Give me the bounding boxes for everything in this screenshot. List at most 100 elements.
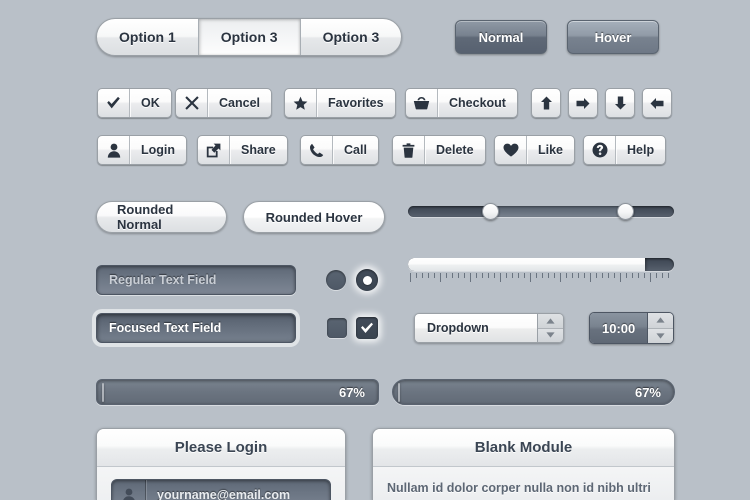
ok-button[interactable]: OK	[97, 88, 172, 118]
dropdown-stepper[interactable]	[537, 314, 563, 342]
tick-mark	[596, 273, 597, 278]
progress-bar-dark: 67%	[392, 379, 675, 405]
tick-mark	[440, 273, 441, 282]
delete-button[interactable]: Delete	[392, 135, 486, 165]
segment-option-1[interactable]: Option 1	[97, 19, 198, 55]
favorites-button[interactable]: Favorites	[284, 88, 396, 118]
segment-option-3[interactable]: Option 3	[299, 19, 402, 55]
tick-mark	[428, 273, 429, 278]
tick-mark	[662, 273, 663, 278]
arrow-left-icon	[650, 97, 664, 110]
email-field[interactable]: yourname@email.com	[111, 479, 331, 500]
tick-mark	[494, 273, 495, 278]
tick-mark	[554, 273, 555, 278]
tick-mark	[572, 273, 573, 278]
tick-mark	[542, 273, 543, 278]
tick-mark	[488, 273, 489, 278]
tick-mark	[620, 273, 621, 282]
segmented-control[interactable]: Option 1 Option 3 Option 3	[96, 18, 403, 56]
progress-bar-light: 67%	[96, 379, 379, 405]
phone-icon	[301, 136, 333, 164]
stepper-up-icon[interactable]	[538, 314, 563, 328]
dropdown-select[interactable]: Dropdown	[414, 313, 564, 343]
arrow-right-icon	[576, 97, 590, 110]
blank-module-text: Nullam id dolor corper nulla non id nibh…	[387, 481, 651, 495]
tick-mark	[422, 273, 423, 278]
dropdown-value: Dropdown	[415, 314, 537, 342]
share-icon	[198, 136, 230, 164]
range-slider-handle-low[interactable]	[482, 203, 499, 220]
range-slider-selected-range	[490, 206, 625, 217]
call-button-label: Call	[344, 143, 367, 157]
radio-button-on[interactable]	[356, 269, 378, 291]
progress-bar-dark-track	[398, 383, 629, 402]
regular-text-field[interactable]: Regular Text Field	[96, 265, 296, 295]
check-icon	[98, 89, 130, 117]
arrow-left-button[interactable]	[642, 88, 672, 118]
login-button-label: Login	[141, 143, 176, 157]
stepper-down-icon[interactable]	[538, 327, 563, 342]
progress-bar-dark-fill	[398, 383, 400, 402]
arrow-right-button[interactable]	[568, 88, 598, 118]
checkbox-on[interactable]	[356, 317, 378, 339]
time-stepper-down-icon[interactable]	[648, 327, 673, 343]
blank-module-body: Nullam id dolor corper nulla non id nibh…	[373, 467, 674, 500]
login-button[interactable]: Login	[97, 135, 188, 165]
checkbox-off[interactable]	[327, 318, 347, 338]
arrow-up-icon	[540, 96, 553, 110]
login-module-title: Please Login	[97, 429, 345, 467]
hover-button[interactable]: Hover	[567, 20, 659, 54]
checkout-button[interactable]: Checkout	[405, 88, 518, 118]
segment-option-2[interactable]: Option 3	[197, 19, 300, 55]
ok-button-label: OK	[141, 96, 160, 110]
help-button[interactable]: Help	[583, 135, 667, 165]
tick-mark	[452, 273, 453, 278]
tick-mark	[560, 273, 561, 282]
tick-mark	[668, 273, 669, 278]
time-stepper-buttons[interactable]	[647, 313, 673, 343]
time-stepper-up-icon[interactable]	[648, 313, 673, 328]
tick-mark	[518, 273, 519, 278]
person-icon	[112, 480, 146, 500]
share-button[interactable]: Share	[197, 135, 288, 165]
like-button[interactable]: Like	[494, 135, 576, 165]
progress-bar-light-percent: 67%	[338, 384, 365, 400]
tick-mark	[632, 273, 633, 278]
tick-mark	[584, 273, 585, 278]
trash-icon	[393, 136, 425, 164]
ruler-slider-track[interactable]	[408, 258, 674, 271]
progress-bar-light-fill	[102, 383, 104, 402]
radio-button-off[interactable]	[326, 270, 346, 290]
focused-text-field[interactable]: Focused Text Field	[96, 313, 296, 343]
tick-mark	[602, 273, 603, 278]
cancel-button[interactable]: Cancel	[175, 88, 272, 118]
blank-module: Blank Module Nullam id dolor corper null…	[372, 428, 675, 500]
time-stepper[interactable]: 10:00	[589, 312, 674, 344]
rounded-normal-button[interactable]: Rounded Normal	[96, 201, 227, 233]
tick-mark	[638, 273, 639, 278]
arrow-down-button[interactable]	[605, 88, 635, 118]
range-slider-handle-high[interactable]	[617, 203, 634, 220]
share-button-label: Share	[241, 143, 276, 157]
tick-mark	[446, 273, 447, 278]
tick-mark	[500, 273, 501, 282]
tick-mark	[548, 273, 549, 278]
tick-mark	[590, 273, 591, 282]
rounded-hover-button[interactable]: Rounded Hover	[243, 201, 385, 233]
tick-mark	[644, 273, 645, 278]
progress-bar-light-track	[102, 383, 333, 402]
like-button-label: Like	[538, 143, 564, 157]
arrow-down-icon	[614, 96, 627, 110]
tick-mark	[626, 273, 627, 278]
login-module: Please Login yourname@email.com	[96, 428, 346, 500]
tick-mark	[650, 273, 651, 282]
call-button[interactable]: Call	[300, 135, 379, 165]
tick-mark	[470, 273, 471, 282]
ui-kit-canvas: Option 1 Option 3 Option 3 Normal Hover …	[0, 0, 750, 500]
tick-mark	[482, 273, 483, 278]
normal-button[interactable]: Normal	[455, 20, 547, 54]
close-x-icon	[176, 89, 208, 117]
tick-mark	[458, 273, 459, 278]
arrow-up-button[interactable]	[531, 88, 561, 118]
cancel-button-label: Cancel	[219, 96, 260, 110]
